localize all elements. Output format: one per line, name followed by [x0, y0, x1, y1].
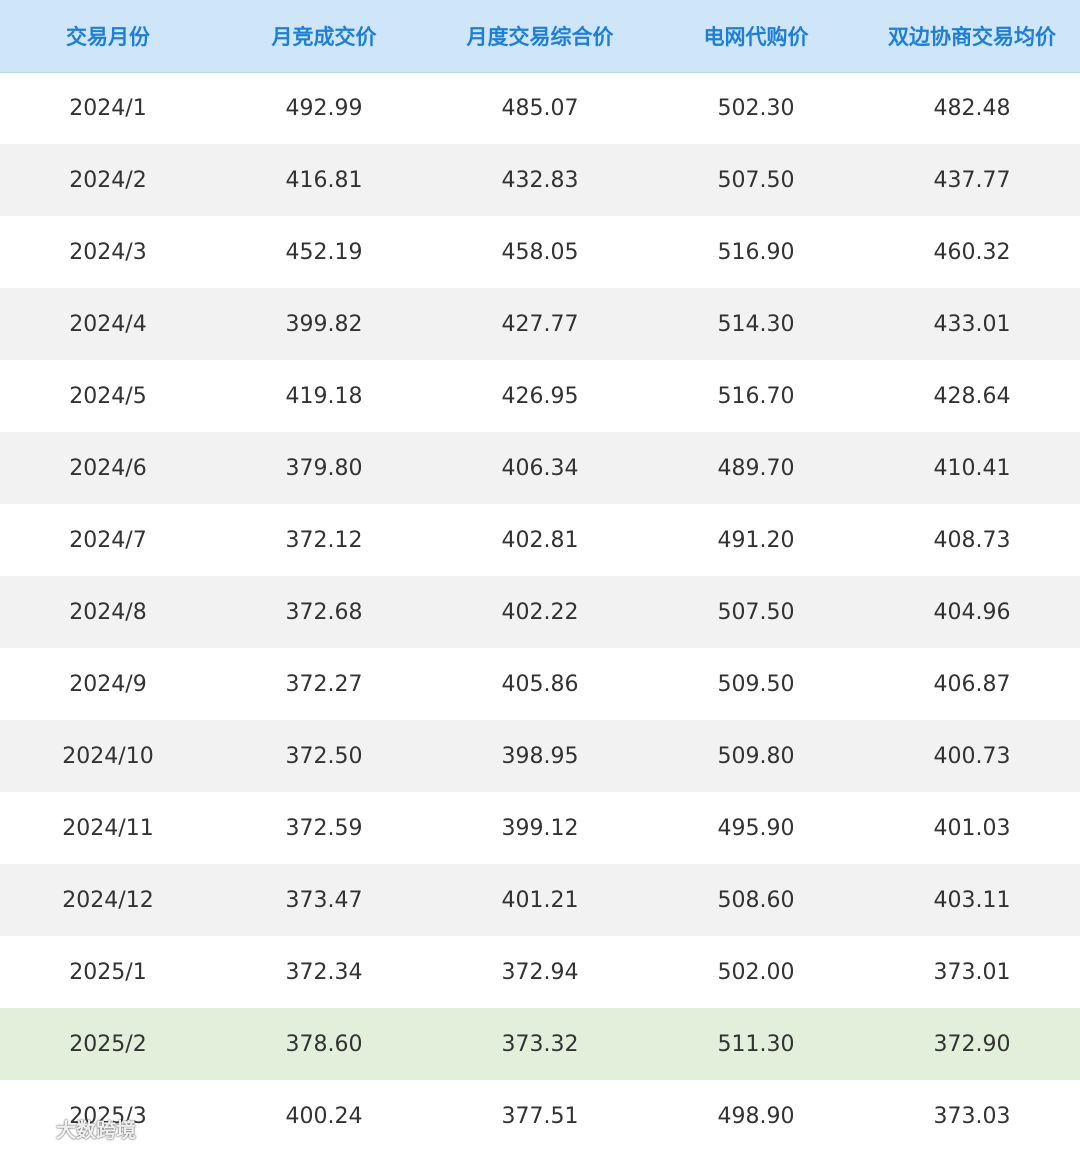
cell-month: 2024/12: [62, 887, 154, 913]
cell-monthly-composite-price: 377.51: [501, 1103, 579, 1129]
cell-grid-agency-price: 507.50: [717, 167, 795, 193]
cell-bilateral-avg-price: 401.03: [933, 815, 1011, 841]
cell-month: 2024/3: [69, 239, 147, 265]
cell-bilateral-avg-price: 410.41: [933, 455, 1011, 481]
cell-monthly-bid-price: 372.12: [285, 527, 363, 553]
column-header-bilateral-avg-price: 双边协商交易均价: [864, 0, 1080, 73]
cell-month: 2024/9: [69, 671, 147, 697]
cell-month: 2024/7: [69, 527, 147, 553]
column-header-monthly-bid-price: 月竞成交价: [216, 0, 432, 73]
cell-bilateral-avg-price: 428.64: [933, 383, 1011, 409]
table-header: 交易月份 月竞成交价 月度交易综合价 电网代购价 双边协商交易均价: [0, 0, 1080, 73]
table-row: 2024/7 372.12 402.81 491.20 408.73: [0, 504, 1080, 576]
cell-month: 2025/2: [69, 1031, 147, 1057]
cell-grid-agency-price: 509.50: [717, 671, 795, 697]
cell-monthly-bid-price: 372.68: [285, 599, 363, 625]
cell-bilateral-avg-price: 372.90: [933, 1031, 1011, 1057]
cell-bilateral-avg-price: 437.77: [933, 167, 1011, 193]
cell-monthly-bid-price: 372.34: [285, 959, 363, 985]
table-row: 2025/2 378.60 373.32 511.30 372.90: [0, 1008, 1080, 1080]
cell-grid-agency-price: 508.60: [717, 887, 795, 913]
column-header-grid-agency-price: 电网代购价: [648, 0, 864, 73]
header-row: 交易月份 月竞成交价 月度交易综合价 电网代购价 双边协商交易均价: [0, 0, 1080, 73]
table-row: 2024/3 452.19 458.05 516.90 460.32: [0, 216, 1080, 288]
cell-bilateral-avg-price: 373.01: [933, 959, 1011, 985]
column-header-monthly-composite-price: 月度交易综合价: [432, 0, 648, 73]
cell-month: 2024/4: [69, 311, 147, 337]
cell-grid-agency-price: 495.90: [717, 815, 795, 841]
cell-monthly-bid-price: 419.18: [285, 383, 363, 409]
cell-grid-agency-price: 507.50: [717, 599, 795, 625]
cell-month: 2024/2: [69, 167, 147, 193]
table-row: 2024/11 372.59 399.12 495.90 401.03: [0, 792, 1080, 864]
cell-monthly-composite-price: 373.32: [501, 1031, 579, 1057]
price-table: 交易月份 月竞成交价 月度交易综合价 电网代购价 双边协商交易均价 2024/1…: [0, 0, 1080, 1152]
cell-monthly-composite-price: 398.95: [501, 743, 579, 769]
cell-monthly-bid-price: 416.81: [285, 167, 363, 193]
cell-grid-agency-price: 491.20: [717, 527, 795, 553]
cell-monthly-composite-price: 399.12: [501, 815, 579, 841]
cell-monthly-bid-price: 372.27: [285, 671, 363, 697]
cell-grid-agency-price: 516.70: [717, 383, 795, 409]
cell-bilateral-avg-price: 482.48: [933, 95, 1011, 121]
cell-monthly-bid-price: 372.50: [285, 743, 363, 769]
cell-month: 2024/5: [69, 383, 147, 409]
cell-grid-agency-price: 514.30: [717, 311, 795, 337]
cell-month: 2024/1: [69, 95, 147, 121]
cell-grid-agency-price: 511.30: [717, 1031, 795, 1057]
cell-grid-agency-price: 502.00: [717, 959, 795, 985]
cell-bilateral-avg-price: 403.11: [933, 887, 1011, 913]
cell-grid-agency-price: 498.90: [717, 1103, 795, 1129]
cell-monthly-composite-price: 406.34: [501, 455, 579, 481]
cell-month: 2024/11: [62, 815, 154, 841]
cell-grid-agency-price: 489.70: [717, 455, 795, 481]
table-row: 2025/3 400.24 377.51 498.90 373.03: [0, 1080, 1080, 1152]
column-header-month: 交易月份: [0, 0, 216, 73]
table-row: 2024/4 399.82 427.77 514.30 433.01: [0, 288, 1080, 360]
cell-grid-agency-price: 516.90: [717, 239, 795, 265]
cell-monthly-bid-price: 400.24: [285, 1103, 363, 1129]
cell-monthly-composite-price: 372.94: [501, 959, 579, 985]
table-row: 2024/10 372.50 398.95 509.80 400.73: [0, 720, 1080, 792]
cell-monthly-bid-price: 372.59: [285, 815, 363, 841]
cell-monthly-composite-price: 432.83: [501, 167, 579, 193]
cell-monthly-composite-price: 458.05: [501, 239, 579, 265]
cell-monthly-bid-price: 379.80: [285, 455, 363, 481]
cell-monthly-composite-price: 427.77: [501, 311, 579, 337]
cell-monthly-composite-price: 402.81: [501, 527, 579, 553]
table-row: 2024/8 372.68 402.22 507.50 404.96: [0, 576, 1080, 648]
cell-bilateral-avg-price: 433.01: [933, 311, 1011, 337]
cell-month: 2025/3: [69, 1103, 147, 1129]
cell-monthly-composite-price: 402.22: [501, 599, 579, 625]
cell-month: 2024/8: [69, 599, 147, 625]
table-row: 2024/5 419.18 426.95 516.70 428.64: [0, 360, 1080, 432]
cell-bilateral-avg-price: 404.96: [933, 599, 1011, 625]
table-row: 2024/12 373.47 401.21 508.60 403.11: [0, 864, 1080, 936]
cell-bilateral-avg-price: 408.73: [933, 527, 1011, 553]
cell-monthly-composite-price: 426.95: [501, 383, 579, 409]
cell-monthly-bid-price: 373.47: [285, 887, 363, 913]
table-row: 2025/1 372.34 372.94 502.00 373.01: [0, 936, 1080, 1008]
cell-monthly-composite-price: 401.21: [501, 887, 579, 913]
table-row: 2024/6 379.80 406.34 489.70 410.41: [0, 432, 1080, 504]
cell-monthly-composite-price: 485.07: [501, 95, 579, 121]
cell-month: 2025/1: [69, 959, 147, 985]
cell-monthly-composite-price: 405.86: [501, 671, 579, 697]
cell-grid-agency-price: 502.30: [717, 95, 795, 121]
cell-month: 2024/10: [62, 743, 154, 769]
cell-bilateral-avg-price: 373.03: [933, 1103, 1011, 1129]
cell-bilateral-avg-price: 406.87: [933, 671, 1011, 697]
table-body: 2024/1 492.99 485.07 502.30 482.48 2024/2 416.…: [0, 72, 1080, 1152]
cell-monthly-bid-price: 492.99: [285, 95, 363, 121]
cell-grid-agency-price: 509.80: [717, 743, 795, 769]
cell-monthly-bid-price: 399.82: [285, 311, 363, 337]
table-row: 2024/2 416.81 432.83 507.50 437.77: [0, 144, 1080, 216]
cell-bilateral-avg-price: 460.32: [933, 239, 1011, 265]
cell-monthly-bid-price: 378.60: [285, 1031, 363, 1057]
table-row: 2024/1 492.99 485.07 502.30 482.48: [0, 72, 1080, 144]
cell-bilateral-avg-price: 400.73: [933, 743, 1011, 769]
cell-monthly-bid-price: 452.19: [285, 239, 363, 265]
cell-month: 2024/6: [69, 455, 147, 481]
table-row: 2024/9 372.27 405.86 509.50 406.87: [0, 648, 1080, 720]
